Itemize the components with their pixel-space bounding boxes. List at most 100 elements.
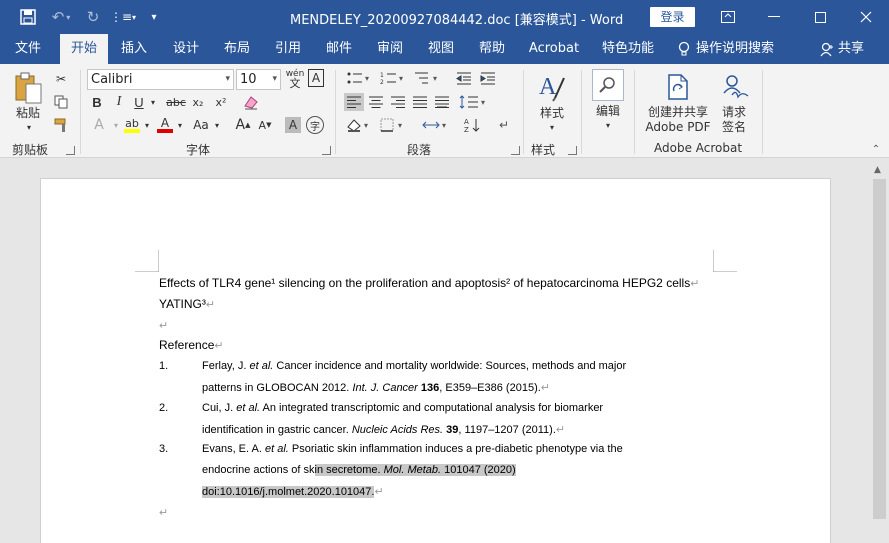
vertical-scrollbar[interactable]: ▲ [870, 159, 889, 543]
paragraph-launcher-icon[interactable] [511, 146, 520, 155]
sort-icon[interactable]: AZ [462, 116, 486, 134]
char-border-icon[interactable]: A [308, 69, 324, 87]
clear-formatting-icon[interactable] [240, 92, 262, 112]
change-case-dropdown-icon[interactable]: ▾ [212, 115, 222, 135]
tab-insert[interactable]: 插入 [114, 34, 154, 64]
tab-layout[interactable]: 布局 [217, 34, 257, 64]
font-name-select[interactable]: Calibri ▾ [87, 69, 234, 90]
show-formatting-marks-icon[interactable]: ↵ [496, 116, 512, 134]
styles-icon[interactable]: A [537, 70, 567, 102]
ribbon-display-options-icon[interactable] [705, 0, 751, 34]
reference-line[interactable]: endocrine actions of skin secretome. Mol… [202, 464, 516, 476]
font-size-select[interactable]: 10 ▾ [236, 69, 281, 90]
create-pdf-icon[interactable] [664, 72, 692, 102]
align-right-button[interactable] [388, 93, 408, 111]
align-left-button[interactable] [344, 93, 364, 111]
minimize-button[interactable] [751, 0, 797, 34]
share-button[interactable]: 共享 [820, 34, 864, 64]
create-pdf-label-1[interactable]: 创建并共享 [643, 105, 713, 120]
justify-button[interactable] [410, 93, 430, 111]
italic-button[interactable]: I [110, 92, 128, 112]
empty-line[interactable]: ↵ [159, 318, 168, 332]
tab-references[interactable]: 引用 [268, 34, 308, 64]
phonetic-guide-icon[interactable]: wén 文 [284, 68, 306, 90]
document-title-line[interactable]: Effects of TLR4 gene¹ silencing on the p… [159, 276, 699, 290]
highlight-dropdown-icon[interactable]: ▾ [142, 115, 152, 135]
close-button[interactable] [843, 0, 889, 34]
create-pdf-label-2[interactable]: Adobe PDF [643, 120, 713, 135]
text-effects-icon[interactable]: A [88, 115, 110, 135]
cut-icon[interactable]: ✂ [52, 70, 70, 88]
font-color-icon[interactable]: A [155, 115, 175, 135]
reference-line[interactable]: Cui, J. et al. An integrated transcripto… [202, 402, 603, 414]
request-sign-label-2[interactable]: 签名 [719, 120, 749, 135]
tab-mailings[interactable]: 邮件 [319, 34, 359, 64]
tab-acrobat[interactable]: Acrobat [523, 34, 585, 64]
paste-label[interactable]: 粘贴 [14, 106, 42, 121]
author-line[interactable]: YATING³↵ [159, 297, 215, 311]
undo-icon[interactable]: ↶ ▾ [46, 0, 76, 34]
line-spacing-icon[interactable]: ▾ [456, 93, 490, 111]
underline-dropdown-icon[interactable]: ▾ [148, 92, 158, 112]
asian-layout-icon[interactable]: ▾ [420, 116, 450, 134]
char-shading-icon[interactable]: A [285, 117, 301, 133]
tab-help[interactable]: 帮助 [472, 34, 512, 64]
reference-line[interactable]: Ferlay, J. et al. Cancer incidence and m… [202, 360, 626, 372]
font-launcher-icon[interactable] [322, 146, 331, 155]
paste-icon[interactable] [12, 70, 44, 106]
bullets-icon[interactable]: ▾ [344, 69, 374, 87]
change-case-button[interactable]: Aa [190, 115, 212, 135]
styles-button-label[interactable]: 样式 [538, 106, 566, 121]
tab-design[interactable]: 设计 [166, 34, 206, 64]
editing-icon[interactable] [592, 69, 624, 101]
clipboard-launcher-icon[interactable] [66, 146, 75, 155]
reference-line[interactable]: Evans, E. A. et al. Psoriatic skin infla… [202, 443, 623, 455]
editing-dropdown-icon[interactable]: ▾ [603, 120, 613, 130]
tab-review[interactable]: 审阅 [370, 34, 410, 64]
copy-icon[interactable] [52, 93, 70, 111]
increase-indent-icon[interactable] [478, 69, 498, 87]
font-color-dropdown-icon[interactable]: ▾ [175, 115, 185, 135]
editing-label[interactable]: 编辑 [594, 104, 622, 119]
underline-button[interactable]: U [132, 92, 146, 112]
scroll-up-icon[interactable]: ▲ [874, 165, 881, 175]
touch-mode-icon[interactable]: ⋮≡ ▾ [108, 0, 138, 34]
maximize-button[interactable] [797, 0, 843, 34]
subscript-button[interactable]: x₂ [189, 92, 207, 112]
shading-icon[interactable]: ▾ [344, 116, 374, 134]
strikethrough-button[interactable]: abc [165, 92, 187, 112]
reference-line[interactable]: identification in gastric cancer. Nuclei… [202, 423, 565, 436]
login-button[interactable]: 登录 [650, 7, 695, 27]
reference-line[interactable]: patterns in GLOBOCAN 2012. Int. J. Cance… [202, 381, 550, 394]
superscript-button[interactable]: x² [212, 92, 230, 112]
format-painter-icon[interactable] [52, 116, 70, 134]
grow-font-button[interactable]: A ▲ [233, 115, 253, 135]
paste-dropdown-icon[interactable]: ▾ [24, 122, 34, 132]
collapse-ribbon-icon[interactable]: ⌃ [870, 144, 882, 155]
distributed-button[interactable] [432, 93, 452, 111]
save-icon[interactable] [14, 0, 42, 34]
tab-home[interactable]: 开始 [60, 34, 108, 64]
tell-me-search[interactable]: 操作说明搜索 [678, 34, 774, 64]
decrease-indent-icon[interactable] [454, 69, 474, 87]
request-sign-label-1[interactable]: 请求 [719, 105, 749, 120]
tab-special-features[interactable]: 特色功能 [596, 34, 660, 64]
empty-line[interactable]: ↵ [159, 505, 168, 519]
customize-toolbar-icon[interactable]: ▾ [144, 0, 164, 34]
tab-view[interactable]: 视图 [421, 34, 461, 64]
bold-button[interactable]: B [88, 92, 106, 112]
reference-line[interactable]: doi:10.1016/j.molmet.2020.101047.↵ [202, 485, 384, 498]
scroll-thumb[interactable] [873, 179, 886, 519]
styles-dropdown-icon[interactable]: ▾ [547, 122, 557, 132]
request-signature-icon[interactable] [717, 72, 751, 102]
redo-icon[interactable]: ↻ [82, 0, 104, 34]
shrink-font-button[interactable]: A ▼ [255, 115, 275, 135]
highlight-color-icon[interactable]: ab [122, 115, 142, 135]
numbering-icon[interactable]: 1 2 ▾ [378, 69, 408, 87]
multilevel-list-icon[interactable]: ▾ [412, 69, 442, 87]
text-effects-dropdown-icon[interactable]: ▾ [111, 115, 121, 135]
tab-file[interactable]: 文件 [6, 34, 50, 64]
align-center-button[interactable] [366, 93, 386, 111]
styles-launcher-icon[interactable] [568, 146, 577, 155]
enclose-characters-icon[interactable]: 字 [306, 116, 324, 134]
